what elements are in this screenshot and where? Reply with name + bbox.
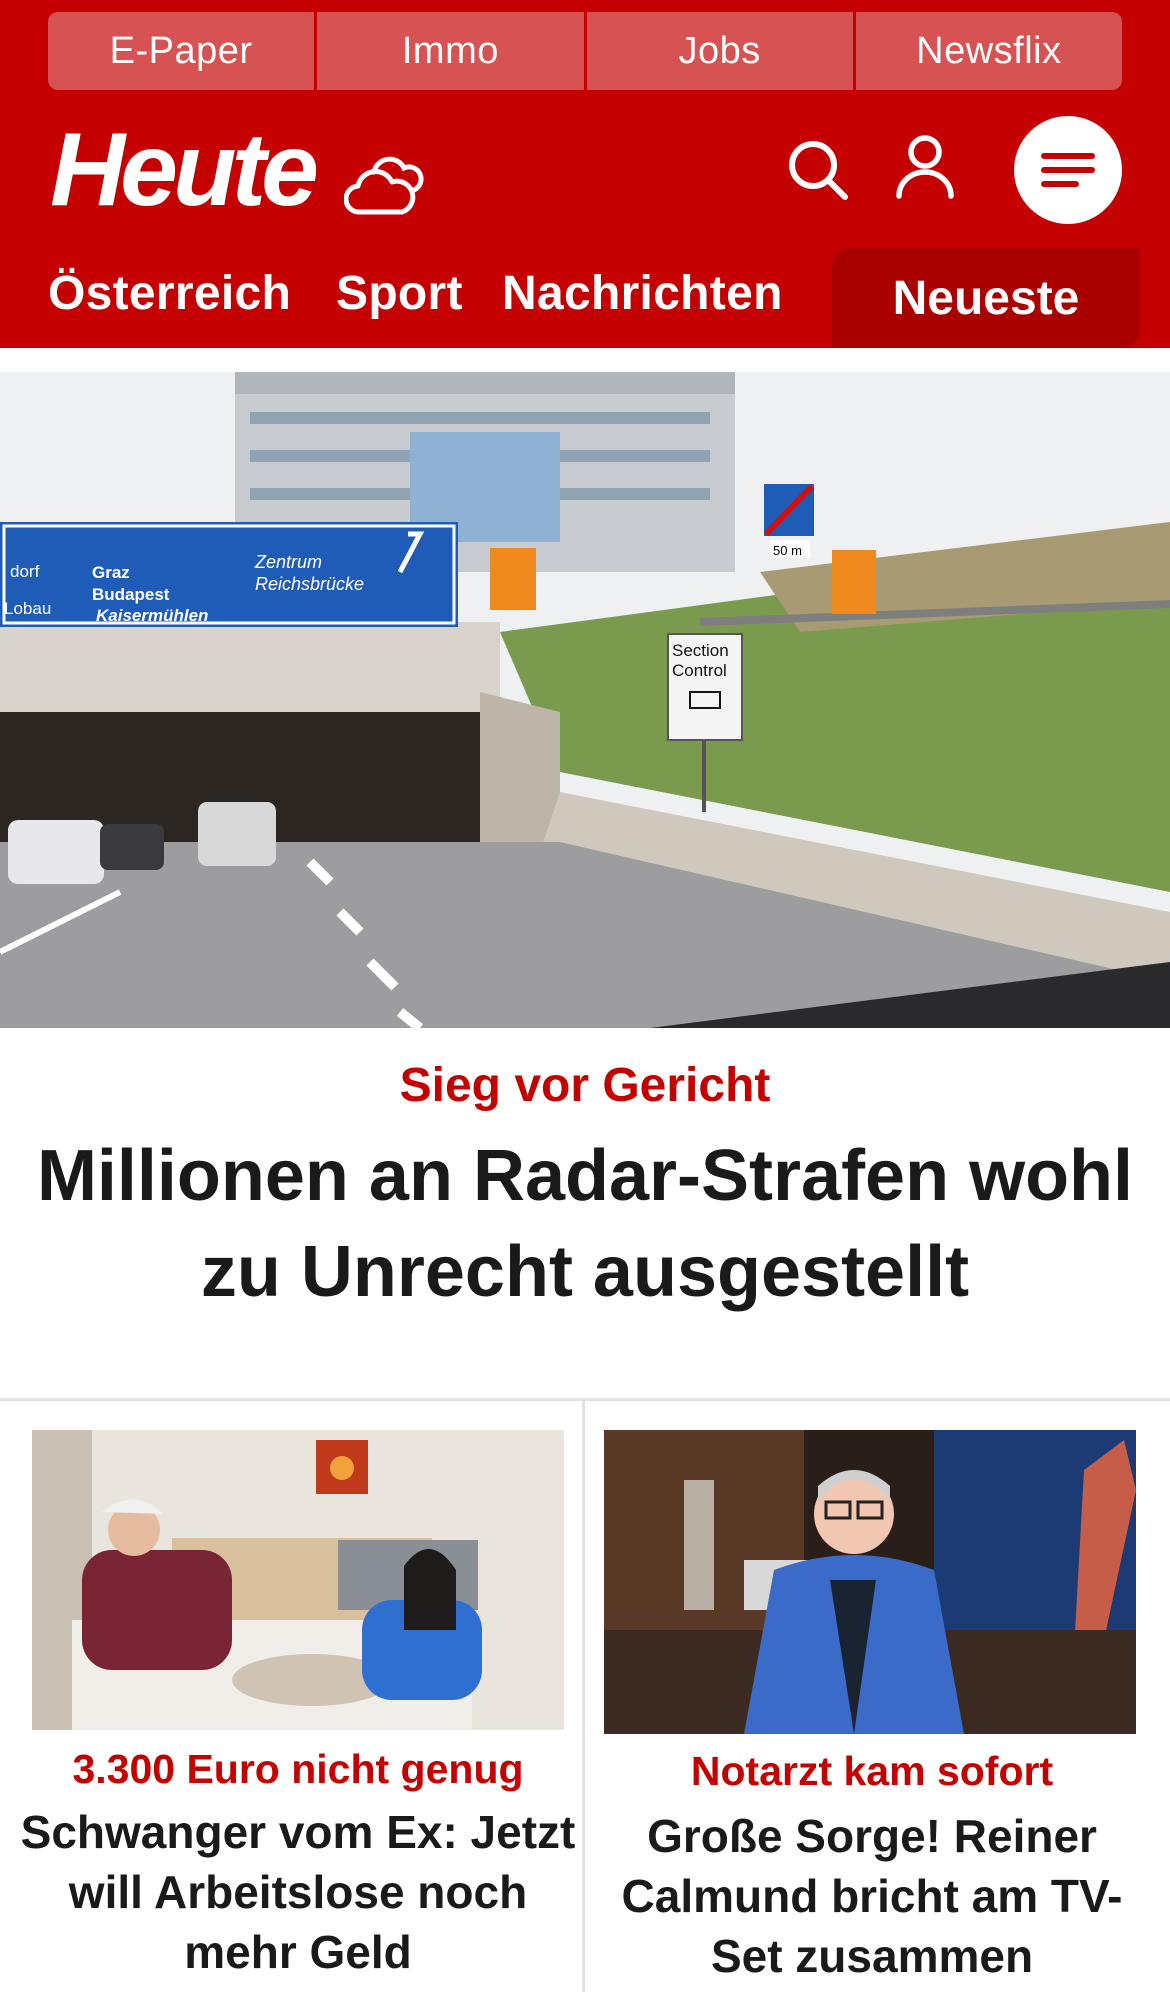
quicklink-immo[interactable]: Immo (317, 12, 587, 90)
svg-text:Lobau: Lobau (4, 599, 51, 618)
article-image[interactable] (32, 1430, 564, 1730)
quicklinks-bar: E-Paper Immo Jobs Newsflix (48, 12, 1122, 90)
quicklink-newsflix[interactable]: Newsflix (855, 12, 1122, 90)
menu-icon (1041, 153, 1095, 187)
article-headline[interactable]: Große Sorge! Reiner Calmund bricht am TV… (594, 1806, 1150, 1986)
hero-photo: dorf Lobau Graz Budapest Kaisermühlen Ze… (0, 372, 1170, 1028)
article-kicker: 3.300 Euro nicht genug (72, 1746, 524, 1792)
svg-text:Reichsbrücke: Reichsbrücke (255, 574, 364, 594)
divider (582, 1398, 585, 1992)
quicklink-epaper[interactable]: E-Paper (48, 12, 318, 90)
nav-item-sport[interactable]: Sport (336, 270, 463, 318)
article-headline[interactable]: Schwanger vom Ex: Jetzt will Arbeitslose… (20, 1802, 576, 1982)
nav-item-neueste[interactable]: Neueste (832, 248, 1140, 348)
svg-text:50 m: 50 m (773, 543, 802, 558)
svg-text:Control: Control (672, 661, 727, 680)
weather-icon[interactable] (344, 150, 424, 218)
article-photo (32, 1430, 564, 1730)
svg-text:Graz: Graz (92, 563, 130, 582)
hero-kicker: Sieg vor Gericht (399, 1059, 771, 1112)
hero-headline[interactable]: Millionen an Radar-Strafen wohl zu Unrec… (20, 1128, 1150, 1320)
svg-text:Zentrum: Zentrum (254, 552, 322, 572)
user-icon[interactable] (894, 134, 956, 200)
article-image[interactable] (604, 1430, 1136, 1734)
main-nav: Österreich Sport Nachrichten Neueste (0, 248, 1170, 348)
svg-text:dorf: dorf (10, 562, 40, 581)
site-logo[interactable]: Heute (50, 118, 319, 222)
svg-text:Section: Section (672, 641, 729, 660)
site-header: E-Paper Immo Jobs Newsflix Heute Österre… (0, 0, 1170, 348)
article-kicker: Notarzt kam sofort (690, 1748, 1054, 1794)
svg-text:Budapest: Budapest (92, 585, 170, 604)
quicklink-jobs[interactable]: Jobs (586, 12, 856, 90)
article-photo (604, 1430, 1136, 1734)
svg-text:Kaisermühlen: Kaisermühlen (96, 606, 208, 625)
hero-image[interactable]: dorf Lobau Graz Budapest Kaisermühlen Ze… (0, 372, 1170, 1028)
nav-item-oesterreich[interactable]: Österreich (48, 270, 291, 318)
nav-item-nachrichten[interactable]: Nachrichten (502, 270, 783, 318)
menu-button[interactable] (1014, 116, 1122, 224)
search-icon[interactable] (786, 138, 850, 202)
divider (0, 1398, 1170, 1401)
